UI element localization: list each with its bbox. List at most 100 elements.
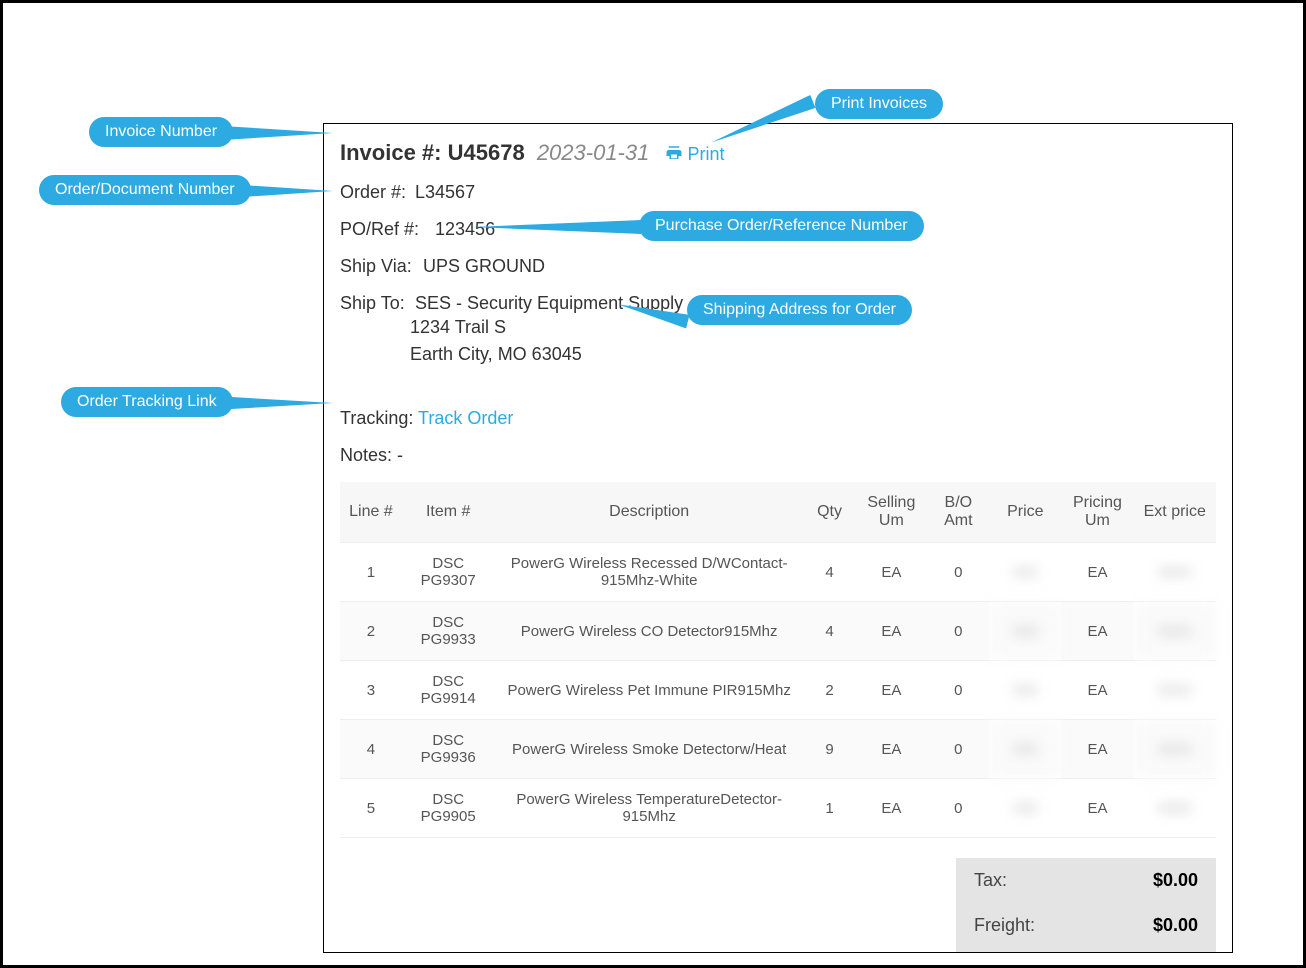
ship-via-row: Ship Via: UPS GROUND bbox=[340, 256, 1216, 277]
cell-pricing-um: EA bbox=[1061, 720, 1133, 779]
ship-via-value: UPS GROUND bbox=[423, 256, 545, 276]
outer-frame: Invoice Number Order/Document Number Pri… bbox=[0, 0, 1306, 968]
ship-to-line3: Earth City, MO 63045 bbox=[410, 341, 1216, 368]
callout-invoice-number: Invoice Number bbox=[89, 117, 233, 147]
th-pricing-um: Pricing Um bbox=[1061, 482, 1133, 543]
cell-pricing-um: EA bbox=[1061, 543, 1133, 602]
table-row: 5DSC PG9905PowerG Wireless TemperatureDe… bbox=[340, 779, 1216, 838]
callout-tracking-link: Order Tracking Link bbox=[61, 387, 233, 417]
order-label: Order #: bbox=[340, 182, 410, 203]
cell-bo-amt: 0 bbox=[927, 720, 989, 779]
cell-qty: 4 bbox=[804, 543, 856, 602]
print-button[interactable]: Print bbox=[665, 144, 724, 164]
cell-item: DSC PG9905 bbox=[402, 779, 495, 838]
table-header-row: Line # Item # Description Qty Selling Um… bbox=[340, 482, 1216, 543]
line-items-table: Line # Item # Description Qty Selling Um… bbox=[340, 482, 1216, 838]
cell-ext-price: 0000 bbox=[1134, 543, 1216, 602]
tracking-row: Tracking: Track Order bbox=[340, 408, 1216, 429]
invoice-date: 2023-01-31 bbox=[537, 140, 650, 165]
cell-line: 1 bbox=[340, 543, 402, 602]
cell-price: 000 bbox=[989, 543, 1061, 602]
table-row: 2DSC PG9933PowerG Wireless CO Detector91… bbox=[340, 602, 1216, 661]
cell-sell-um: EA bbox=[855, 602, 927, 661]
callout-tail bbox=[223, 126, 333, 140]
th-line: Line # bbox=[340, 482, 402, 543]
cell-bo-amt: 0 bbox=[927, 543, 989, 602]
table-row: 3DSC PG9914PowerG Wireless Pet Immune PI… bbox=[340, 661, 1216, 720]
cell-price: 000 bbox=[989, 779, 1061, 838]
cell-desc: PowerG Wireless Recessed D/WContact-915M… bbox=[495, 543, 804, 602]
totals-tax-row: Tax: $0.00 bbox=[956, 858, 1216, 903]
callout-ship-addr: Shipping Address for Order bbox=[687, 295, 912, 325]
callout-po-ref: Purchase Order/Reference Number bbox=[639, 211, 924, 241]
callout-tail bbox=[215, 396, 333, 410]
cell-bo-amt: 0 bbox=[927, 779, 989, 838]
cell-ext-price: 0000 bbox=[1134, 720, 1216, 779]
ship-via-label: Ship Via: bbox=[340, 256, 418, 277]
ship-to-label: Ship To: bbox=[340, 293, 410, 314]
cell-line: 2 bbox=[340, 602, 402, 661]
totals-freight-row: Freight: $0.00 bbox=[956, 903, 1216, 948]
cell-desc: PowerG Wireless CO Detector915Mhz bbox=[495, 602, 804, 661]
th-bo-amt: B/O Amt bbox=[927, 482, 989, 543]
print-icon bbox=[665, 144, 683, 162]
callout-print-invoices: Print Invoices bbox=[815, 89, 943, 119]
freight-value: $0.00 bbox=[1153, 915, 1198, 936]
cell-line: 5 bbox=[340, 779, 402, 838]
cell-item: DSC PG9914 bbox=[402, 661, 495, 720]
notes-value: - bbox=[397, 445, 403, 465]
tracking-label: Tracking: bbox=[340, 408, 413, 428]
cell-ext-price: 0000 bbox=[1134, 602, 1216, 661]
cell-ext-price: 0000 bbox=[1134, 779, 1216, 838]
cell-sell-um: EA bbox=[855, 661, 927, 720]
po-label: PO/Ref #: bbox=[340, 219, 430, 240]
tax-label: Tax: bbox=[974, 870, 1007, 891]
invoice-title-row: Invoice #: U45678 2023-01-31 Print bbox=[340, 140, 1216, 166]
print-label: Print bbox=[687, 144, 724, 164]
cell-desc: PowerG Wireless TemperatureDetector-915M… bbox=[495, 779, 804, 838]
notes-label: Notes: bbox=[340, 445, 392, 465]
cell-bo-amt: 0 bbox=[927, 602, 989, 661]
cell-price: 000 bbox=[989, 661, 1061, 720]
cell-item: DSC PG9933 bbox=[402, 602, 495, 661]
cell-ext-price: 0000 bbox=[1134, 661, 1216, 720]
cell-pricing-um: EA bbox=[1061, 661, 1133, 720]
cell-sell-um: EA bbox=[855, 543, 927, 602]
table-row: 4DSC PG9936PowerG Wireless Smoke Detecto… bbox=[340, 720, 1216, 779]
th-sell-um: Selling Um bbox=[855, 482, 927, 543]
cell-qty: 9 bbox=[804, 720, 856, 779]
cell-bo-amt: 0 bbox=[927, 661, 989, 720]
invoice-label: Invoice #: bbox=[340, 140, 441, 165]
tax-value: $0.00 bbox=[1153, 870, 1198, 891]
totals-order-row: Order total: $1,099.38 bbox=[956, 948, 1216, 953]
invoice-number: U45678 bbox=[448, 140, 525, 165]
th-price: Price bbox=[989, 482, 1061, 543]
cell-item: DSC PG9936 bbox=[402, 720, 495, 779]
th-item: Item # bbox=[402, 482, 495, 543]
cell-item: DSC PG9307 bbox=[402, 543, 495, 602]
totals-box: Tax: $0.00 Freight: $0.00 Order total: $… bbox=[956, 858, 1216, 953]
cell-price: 000 bbox=[989, 602, 1061, 661]
th-ext-price: Ext price bbox=[1134, 482, 1216, 543]
invoice-panel: Invoice #: U45678 2023-01-31 Print Order… bbox=[323, 123, 1233, 953]
th-desc: Description bbox=[495, 482, 804, 543]
th-qty: Qty bbox=[804, 482, 856, 543]
cell-line: 4 bbox=[340, 720, 402, 779]
freight-label: Freight: bbox=[974, 915, 1035, 936]
cell-price: 000 bbox=[989, 720, 1061, 779]
table-row: 1DSC PG9307PowerG Wireless Recessed D/WC… bbox=[340, 543, 1216, 602]
cell-sell-um: EA bbox=[855, 720, 927, 779]
notes-row: Notes: - bbox=[340, 445, 1216, 466]
cell-desc: PowerG Wireless Smoke Detectorw/Heat bbox=[495, 720, 804, 779]
cell-qty: 2 bbox=[804, 661, 856, 720]
order-row: Order #: L34567 bbox=[340, 182, 1216, 203]
order-number: L34567 bbox=[415, 182, 475, 202]
cell-qty: 1 bbox=[804, 779, 856, 838]
callout-order-number: Order/Document Number bbox=[39, 175, 251, 205]
cell-sell-um: EA bbox=[855, 779, 927, 838]
track-order-link[interactable]: Track Order bbox=[418, 408, 513, 428]
cell-pricing-um: EA bbox=[1061, 779, 1133, 838]
po-number: 123456 bbox=[435, 219, 495, 239]
cell-pricing-um: EA bbox=[1061, 602, 1133, 661]
cell-qty: 4 bbox=[804, 602, 856, 661]
